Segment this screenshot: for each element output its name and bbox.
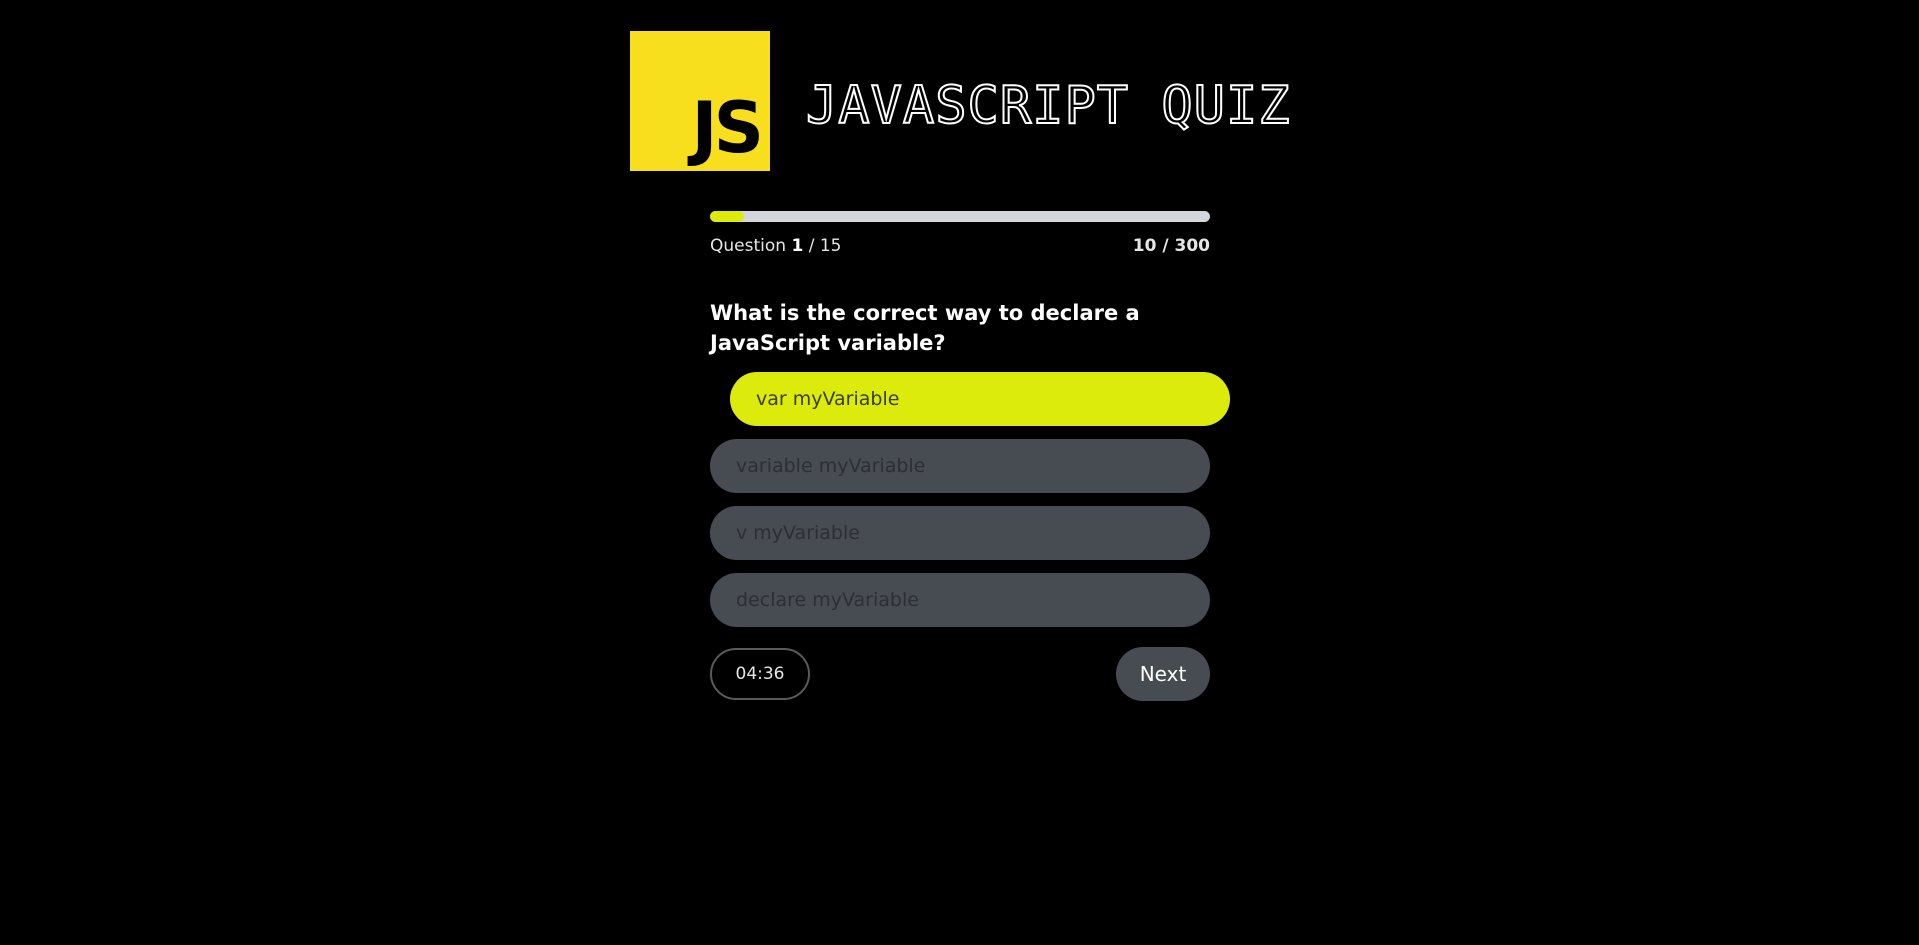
progress-bar [710,211,1210,222]
progress-fill [710,211,744,222]
question-total: / 15 [808,236,842,256]
quiz-card: Question 1 / 15 10 / 300 What is the cor… [710,211,1230,701]
app-title: JAVASCRIPT QUIZ [805,75,1291,137]
answer-option-1[interactable]: var myVariable [730,372,1230,426]
answer-option-4[interactable]: declare myVariable [710,573,1210,627]
progress-info: Question 1 / 15 10 / 300 [710,236,1210,256]
logo-text: JS [691,87,764,169]
question-counter-label: Question [710,236,787,256]
next-button[interactable]: Next [1116,647,1210,701]
quiz-footer: 04:36 Next [710,647,1210,701]
answer-options: var myVariable variable myVariable v myV… [710,372,1230,627]
question-current: 1 [791,236,804,256]
answer-option-label: v myVariable [736,522,860,544]
answer-option-3[interactable]: v myVariable [710,506,1210,560]
quiz-page: JS JAVASCRIPT QUIZ Question 1 / 15 10 / … [0,0,1919,945]
question-counter: Question 1 / 15 [710,236,841,256]
timer: 04:36 [710,648,810,700]
answer-option-label: var myVariable [756,388,900,410]
answer-option-label: variable myVariable [736,455,926,477]
answer-option-2[interactable]: variable myVariable [710,439,1210,493]
answer-option-label: declare myVariable [736,589,919,611]
score: 10 / 300 [1132,236,1210,256]
js-logo: JS [630,31,770,171]
question-text: What is the correct way to declare a Jav… [710,301,1140,355]
header: JS JAVASCRIPT QUIZ [630,31,1291,171]
